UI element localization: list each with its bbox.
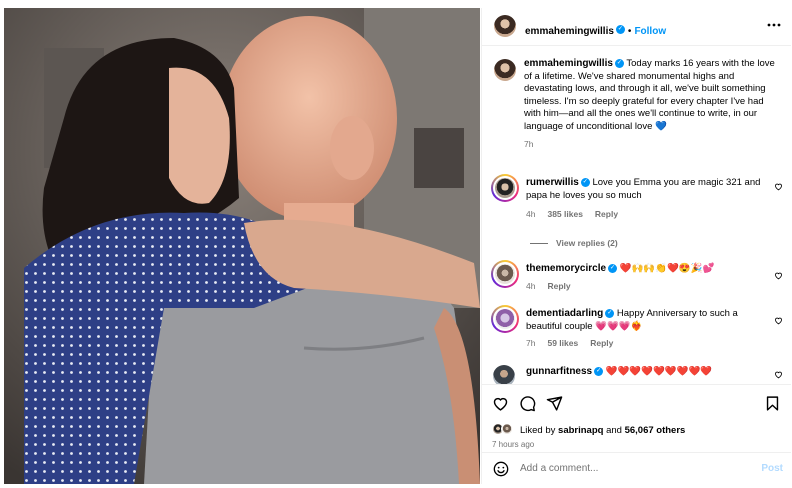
comment-time: 4h (526, 281, 536, 291)
verified-badge-icon: ✓ (594, 366, 604, 376)
add-comment-bar: Add a comment... Post (482, 452, 791, 484)
liker-avatar (501, 423, 513, 435)
verified-badge-icon: ✓ (615, 25, 625, 35)
like-heart-icon[interactable] (492, 395, 509, 412)
author-avatar[interactable] (494, 15, 516, 37)
comment-like-heart-icon[interactable] (774, 370, 783, 379)
commenter-avatar[interactable] (495, 309, 515, 329)
caption-avatar[interactable] (494, 59, 516, 81)
caption-text: Today marks 16 years with the love of a … (524, 58, 775, 132)
commenter-username[interactable]: dementiadarling (526, 308, 603, 319)
post-comment-button[interactable]: Post (761, 463, 783, 474)
comment-like-heart-icon[interactable] (774, 182, 783, 191)
comment-item: dementiadarling ✓ Happy Anniversary to su… (482, 305, 791, 355)
bookmark-icon[interactable] (764, 395, 781, 412)
photo-illustration (4, 8, 480, 484)
liked-by-user[interactable]: sabrinapq (558, 425, 603, 436)
comment-likes[interactable]: 59 likes (547, 338, 578, 348)
verified-badge-icon: ✓ (580, 177, 590, 187)
comment-likes[interactable]: 385 likes (547, 209, 582, 219)
commenter-avatar[interactable] (493, 365, 515, 384)
caption: emmahemingwillis ✓ Today marks 16 years w… (524, 58, 782, 151)
instagram-post-modal: emmahemingwillis ✓ • Follow emmahemingwilli… (0, 0, 792, 488)
comment-text: ❤️❤️❤️❤️❤️❤️❤️❤️❤️ (605, 366, 713, 377)
follow-button[interactable]: Follow (634, 26, 666, 37)
replies-line-divider (530, 243, 548, 245)
reply-button[interactable]: Reply (547, 281, 570, 291)
separator-dot: • (627, 26, 632, 37)
comment-like-heart-icon[interactable] (774, 316, 783, 325)
commenter-avatar[interactable] (495, 178, 515, 198)
commenter-username[interactable]: gunnarfitness (526, 366, 592, 377)
comment-item: gunnarfitness ✓ ❤️❤️❤️❤️❤️❤️❤️❤️❤️ (482, 363, 791, 384)
commenter-username[interactable]: thememorycircle (526, 263, 606, 274)
comment-time: 7h (526, 338, 536, 348)
commenter-avatar[interactable] (495, 264, 515, 284)
verified-badge-icon: ✓ (605, 308, 615, 318)
add-comment-input[interactable]: Add a comment... (520, 463, 598, 474)
post-time: 7 hours ago (492, 440, 535, 449)
caption-username[interactable]: emmahemingwillis (524, 58, 613, 69)
share-icon[interactable] (546, 395, 563, 412)
comment-icon[interactable] (519, 395, 536, 412)
commenter-username[interactable]: rumerwillis (526, 177, 579, 188)
emoji-icon[interactable] (493, 461, 509, 477)
likes-count[interactable]: 56,067 others (625, 425, 686, 436)
comment-time: 4h (526, 209, 536, 219)
comment-item: thememorycircle ✓ ❤️🙌🙌👏❤️😍🎉💕 4h Reply (482, 260, 791, 296)
comment-like-heart-icon[interactable] (774, 271, 783, 280)
comment-meta: 4h 385 likes Reply (526, 209, 630, 219)
comment-meta: 7h 59 likes Reply (526, 338, 625, 348)
more-options-icon[interactable] (767, 18, 781, 32)
header-user-row: emmahemingwillis ✓ • Follow (525, 21, 666, 39)
comment-item: rumerwillis ✓ Love you Emma you are magic… (482, 174, 791, 246)
verified-badge-icon: ✓ (608, 263, 618, 273)
comments-scroll-area[interactable]: emmahemingwillis ✓ Today marks 16 years w… (482, 47, 791, 384)
post-photo[interactable] (4, 8, 480, 484)
comment-text: ❤️🙌🙌👏❤️😍🎉💕 (619, 263, 715, 274)
post-side-panel: emmahemingwillis ✓ • Follow emmahemingwilli… (481, 8, 791, 484)
post-header: emmahemingwillis ✓ • Follow (482, 8, 791, 46)
caption-time: 7h (524, 139, 534, 149)
reply-button[interactable]: Reply (595, 209, 618, 219)
comment-meta: 4h Reply (526, 281, 583, 291)
reply-button[interactable]: Reply (590, 338, 613, 348)
author-username[interactable]: emmahemingwillis (525, 26, 614, 37)
verified-badge-icon: ✓ (614, 58, 624, 68)
view-replies-button[interactable]: View replies (2) (530, 238, 618, 248)
likes-summary: Liked by sabrinapq and 56,067 others (520, 425, 686, 436)
